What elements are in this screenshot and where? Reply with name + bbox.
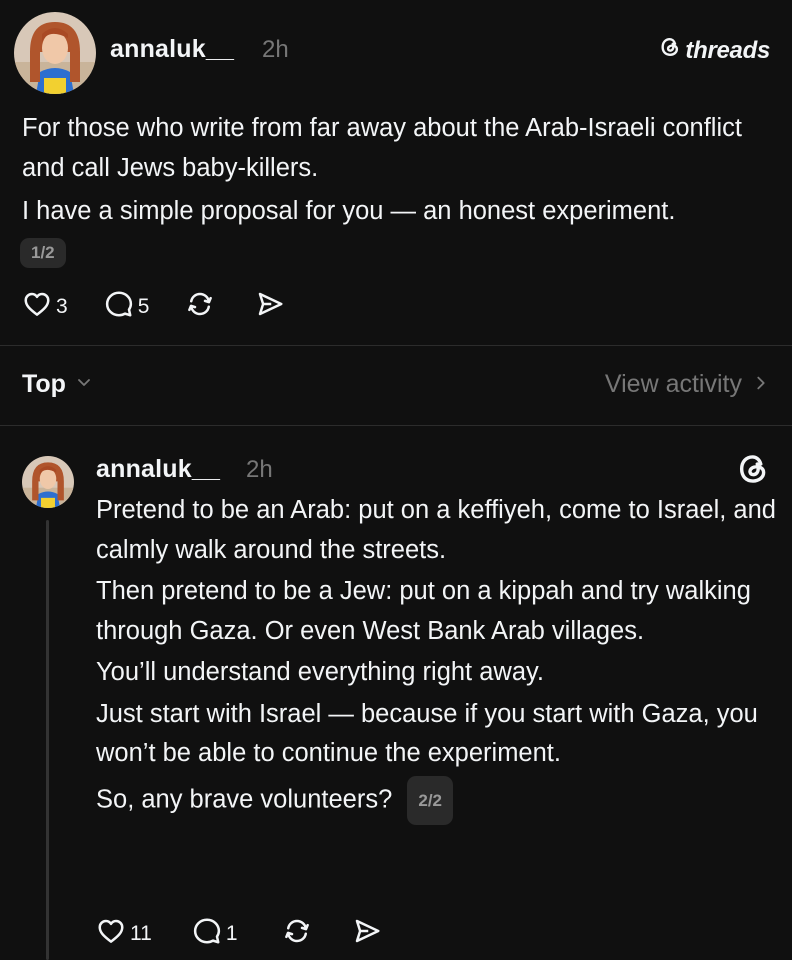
reply-paragraph: You’ll understand everything right away. [96,658,544,686]
reply-paragraph: Just start with Israel — because if you … [96,699,758,768]
divider [0,425,792,426]
post-line: I have a simple proposal for you — an ho… [22,197,676,225]
view-activity-label: View activity [604,370,742,398]
reply-paragraph: Then pretend to be a Jew: put on a kippa… [96,577,751,645]
heart-icon [22,289,52,324]
reply-body: Pretend to be an Arab: put on a keffiyeh… [96,491,776,825]
like-count: 3 [56,294,68,318]
repost-icon [282,916,312,951]
repost-button[interactable] [185,289,215,324]
reply-username[interactable]: annaluk__ [96,455,220,484]
reply-last-paragraph: So, any brave volunteers? 2/2 [96,775,776,825]
avatar[interactable] [14,12,96,94]
share-icon [352,916,382,951]
share-button[interactable] [255,289,285,324]
post-actions: 3 5 [22,289,285,324]
threads-wordmark: threads [685,36,770,64]
like-button[interactable]: 11 [96,916,152,951]
reply-paragraph: Pretend to be an Arab: put on a keffiyeh… [96,496,776,564]
view-activity-link[interactable]: View activity [605,370,770,399]
reply-count: 1 [225,921,238,945]
sort-label: Top [22,370,66,398]
threads-logo-icon [736,452,770,486]
chevron-right-icon [752,370,770,399]
reply-button[interactable]: 1 [192,916,238,951]
sort-dropdown[interactable]: Top [22,370,94,399]
like-button[interactable]: 3 [22,289,68,324]
post-username[interactable]: annaluk__ [110,35,234,64]
heart-icon [96,916,126,951]
repost-icon [185,289,215,324]
reply-avatar[interactable] [22,456,74,508]
post-time: 2h [262,36,289,63]
reply-actions: 11 1 [96,916,382,951]
reply-time: 2h [246,456,273,483]
thread-page-indicator: 1/2 [20,238,66,268]
share-icon [255,289,285,324]
divider [0,345,792,346]
repost-button[interactable] [282,916,312,951]
reply-count: 5 [137,294,150,318]
comment-icon [192,916,222,951]
comment-icon [104,289,134,324]
threads-screenshot: annaluk__ 2h threads For those who write… [0,0,792,960]
thread-line [46,520,49,960]
reply-paragraph: So, any brave volunteers? [96,784,393,813]
post-body: For those who write from far away about … [22,108,782,231]
threads-logo-icon [659,36,681,65]
thread-page-indicator: 2/2 [407,775,453,825]
post-line: For those who write from far away about … [22,114,742,182]
like-count: 11 [130,921,152,945]
threads-brand: threads [659,36,770,65]
chevron-down-icon [74,370,94,399]
reply-button[interactable]: 5 [104,289,150,324]
share-button[interactable] [352,916,382,951]
